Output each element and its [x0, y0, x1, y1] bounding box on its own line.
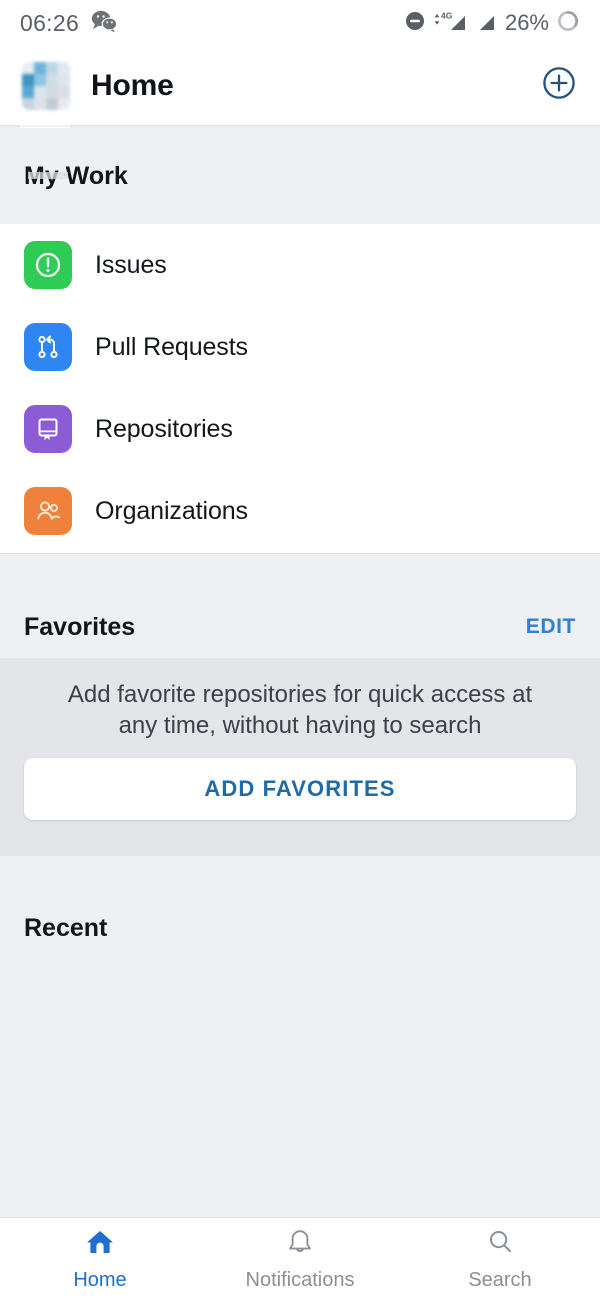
edit-favorites-button[interactable]: EDIT — [526, 615, 576, 639]
signal-bars-icon — [474, 9, 496, 38]
favorites-empty-text: Add favorite repositories for quick acce… — [67, 681, 533, 739]
sidebar-item-organizations[interactable]: Organizations — [0, 470, 600, 552]
sidebar-item-pull-requests[interactable]: Pull Requests — [0, 306, 600, 388]
favorites-empty-state: Add favorite repositories for quick acce… — [0, 658, 600, 856]
do-not-disturb-icon — [404, 10, 426, 37]
section-header-recent: Recent — [0, 880, 600, 976]
sidebar-item-issues[interactable]: Issues — [0, 224, 600, 306]
bell-icon — [284, 1227, 316, 1262]
nav-label-search: Search — [468, 1268, 532, 1291]
list-bottom-divider — [0, 553, 600, 554]
nav-label-home: Home — [73, 1268, 127, 1291]
section-header-favorites: Favorites EDIT — [0, 596, 600, 658]
my-work-list: Issues Pull Requests Repositories Organi… — [0, 224, 600, 553]
home-icon — [84, 1227, 116, 1262]
section-title-favorites: Favorites — [24, 612, 136, 641]
add-button[interactable] — [540, 67, 578, 105]
nav-item-home[interactable]: Home — [0, 1218, 200, 1300]
user-avatar[interactable] — [22, 61, 70, 110]
battery-percent-label: 26% — [504, 10, 549, 35]
sidebar-item-label: Pull Requests — [95, 332, 248, 361]
sidebar-item-label: Repositories — [95, 414, 233, 443]
battery-ring-icon — [556, 9, 580, 38]
app-bar: Home — [0, 46, 600, 125]
status-bar-left: 06:26 — [20, 9, 118, 37]
sidebar-item-label: Issues — [95, 250, 167, 279]
add-favorites-button[interactable]: ADD FAVORITES — [24, 758, 576, 820]
wechat-icon — [91, 10, 118, 37]
scroll-artifact — [28, 172, 68, 179]
signal-4g-icon: 4G — [433, 9, 467, 38]
section-title-recent: Recent — [24, 913, 108, 942]
section-header-my-work: My Work — [0, 128, 600, 224]
organization-icon — [24, 487, 72, 535]
svg-text:4G: 4G — [441, 10, 453, 20]
nav-label-notifications: Notifications — [245, 1268, 355, 1291]
app-screen: 06:26 4G 26% Home My Work Issues Pull Re… — [0, 0, 600, 1300]
status-bar: 06:26 4G 26% — [0, 0, 600, 46]
search-icon — [484, 1227, 516, 1262]
sidebar-item-label: Organizations — [95, 496, 248, 525]
nav-item-notifications[interactable]: Notifications — [200, 1218, 400, 1300]
bottom-navigation: Home Notifications Search — [0, 1217, 600, 1300]
add-icon — [541, 65, 577, 106]
page-title: Home — [91, 68, 174, 102]
sidebar-item-repositories[interactable]: Repositories — [0, 388, 600, 470]
git-pull-request-icon — [24, 323, 72, 371]
status-bar-right: 4G 26% — [404, 9, 580, 38]
repo-icon — [24, 405, 72, 453]
status-bar-clock: 06:26 — [20, 9, 80, 36]
issue-opened-icon — [24, 241, 72, 289]
nav-item-search[interactable]: Search — [400, 1218, 600, 1300]
